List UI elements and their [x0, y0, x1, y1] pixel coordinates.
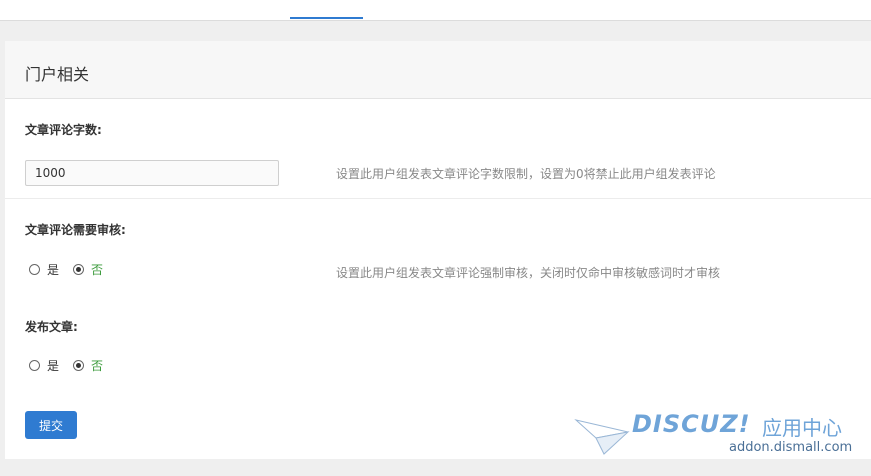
comment-length-input[interactable]: [25, 160, 279, 186]
comment-length-help: 设置此用户组发表文章评论字数限制，设置为0将禁止此用户组发表评论: [336, 167, 716, 181]
watermark-domain: addon.dismall.com: [729, 440, 853, 455]
card-header: 门户相关: [5, 41, 871, 99]
settings-card: 门户相关 文章评论字数: 设置此用户组发表文章评论字数限制，设置为0将禁止此用户…: [5, 41, 871, 459]
publish-article-yes-radio[interactable]: [29, 360, 40, 371]
comment-moderation-label: 文章评论需要审核:: [25, 223, 126, 237]
publish-article-radio-group: 是 否: [29, 357, 117, 374]
publish-article-no-label[interactable]: 否: [91, 357, 103, 374]
comment-moderation-no-radio[interactable]: [73, 264, 85, 275]
comment-moderation-no-label[interactable]: 否: [91, 261, 103, 278]
app-center-label: 应用中心: [762, 416, 842, 440]
publish-article-yes-label[interactable]: 是: [47, 357, 59, 374]
comment-moderation-yes-radio[interactable]: [29, 264, 40, 275]
top-tab-bar: [0, 0, 871, 21]
active-tab-indicator: [290, 17, 363, 19]
comment-moderation-yes-label[interactable]: 是: [47, 261, 59, 278]
comment-moderation-help: 设置此用户组发表文章评论强制审核，关闭时仅命中审核敏感词时才审核: [336, 266, 721, 280]
publish-article-no-radio[interactable]: [73, 360, 85, 371]
comment-moderation-radio-group: 是 否: [29, 261, 117, 278]
submit-button[interactable]: 提交: [25, 411, 77, 439]
paper-plane-icon: [574, 419, 630, 455]
discuz-watermark: DISCUZ! 应用中心 addon.dismall.com: [574, 410, 864, 470]
divider: [5, 198, 871, 199]
comment-length-label: 文章评论字数:: [25, 123, 102, 137]
publish-article-label: 发布文章:: [25, 320, 78, 334]
discuz-logo: DISCUZ!: [632, 410, 751, 438]
section-title: 门户相关: [25, 65, 90, 84]
